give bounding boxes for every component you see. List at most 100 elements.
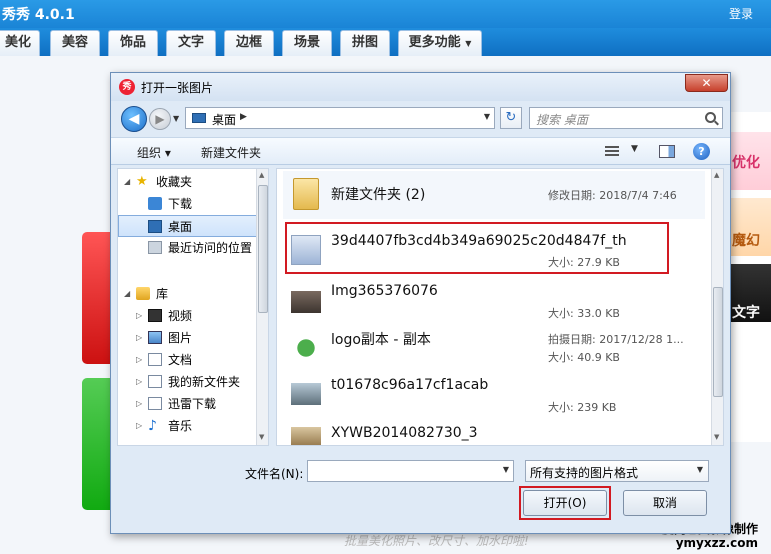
forward-arrow-icon[interactable]: ▶ — [149, 108, 171, 130]
app-title: 秀秀 4.0.1 — [2, 7, 75, 23]
collapse-icon[interactable]: ◢ — [124, 283, 130, 305]
expand-icon[interactable]: ▷ — [136, 415, 142, 437]
help-icon[interactable]: ? — [693, 143, 710, 160]
address-bar[interactable]: 桌面 ▶ ▼ — [185, 107, 495, 129]
nav-xunlei-downloads[interactable]: ▷ 迅雷下载 — [118, 393, 268, 415]
library-icon — [136, 287, 150, 300]
dialog-title-bar: 秀 打开一张图片 ✕ — [111, 73, 730, 101]
recent-locations-dropdown[interactable]: ▼ — [173, 114, 179, 123]
app-title-bar: 秀秀 4.0.1 登录 — [0, 0, 771, 28]
tab-beautify[interactable]: 美化 — [0, 30, 40, 56]
breadcrumb-arrow-icon[interactable]: ▶ — [240, 112, 247, 122]
star-icon: ★ — [136, 174, 148, 189]
nav-documents[interactable]: ▷ 文档 — [118, 349, 268, 371]
chevron-down-icon: ▼ — [465, 39, 472, 48]
view-options-icon[interactable] — [605, 146, 619, 158]
desktop-icon — [192, 113, 206, 123]
pictures-icon — [148, 331, 162, 344]
cancel-button[interactable]: 取消 — [623, 490, 707, 516]
filetype-value: 所有支持的图片格式 — [530, 466, 639, 480]
nav-music[interactable]: ▷ ♪ 音乐 — [118, 415, 268, 437]
file-item[interactable]: logo副本 - 副本 拍摄日期: 2017/12/28 1... 大小: 40… — [283, 325, 705, 373]
nav-downloads[interactable]: 下载 — [118, 193, 268, 215]
file-scrollbar[interactable]: ▲ ▼ — [711, 169, 723, 445]
expand-icon[interactable]: ▷ — [136, 305, 142, 327]
refresh-button[interactable]: ↻ — [500, 107, 522, 129]
right-feature-optimize[interactable]: 优化 — [730, 132, 771, 190]
tab-text[interactable]: 文字 — [166, 30, 216, 56]
nav-recent-places[interactable]: 最近访问的位置 — [118, 237, 268, 259]
folder-icon — [293, 178, 319, 210]
address-dropdown-icon[interactable]: ▼ — [484, 112, 490, 121]
address-text: 桌面 — [212, 113, 237, 127]
tab-accessories[interactable]: 饰品 — [108, 30, 158, 56]
recent-places-icon — [148, 241, 162, 254]
open-button[interactable]: 打开(O) — [523, 490, 607, 516]
file-item[interactable]: XYWB2014082730_3 — [283, 421, 705, 445]
organize-button[interactable]: 组织 ▾ — [137, 144, 171, 161]
image-thumbnail-icon — [291, 383, 321, 405]
expand-icon[interactable]: ▷ — [136, 327, 142, 349]
expand-icon[interactable]: ▷ — [136, 371, 142, 393]
file-item[interactable]: t01678c96a17cf1acab 大小: 239 KB — [283, 373, 705, 421]
scroll-up-icon[interactable]: ▲ — [714, 171, 719, 179]
nav-scrollbar[interactable]: ▲ ▼ — [256, 169, 268, 445]
file-item[interactable]: 新建文件夹 (2) 修改日期: 2018/7/4 7:46 — [283, 171, 705, 219]
expand-icon[interactable]: ▷ — [136, 393, 142, 415]
chevron-down-icon[interactable]: ▼ — [503, 465, 509, 474]
file-scrollbar-thumb[interactable] — [713, 287, 723, 397]
navigation-pane: ◢ ★ 收藏夹 下载 桌面 最近访问的位置 ◢ 库 ▷ 视频 ▷ 图片 ▷ 文档… — [117, 168, 269, 446]
scroll-down-icon[interactable]: ▼ — [259, 433, 264, 441]
filename-input[interactable]: ▼ — [307, 460, 514, 482]
scroll-up-icon[interactable]: ▲ — [259, 171, 264, 179]
documents-icon — [148, 397, 162, 410]
nav-desktop[interactable]: 桌面 — [118, 215, 268, 237]
image-thumbnail-icon — [291, 427, 321, 445]
login-link[interactable]: 登录 — [729, 5, 753, 22]
dialog-title: 打开一张图片 — [141, 81, 214, 95]
nav-libraries[interactable]: ◢ 库 — [118, 283, 268, 305]
app-tab-bar: 美化 美容 饰品 文字 边框 场景 拼图 更多功能 ▼ 打开 — [0, 28, 771, 75]
image-thumbnail-icon — [291, 291, 321, 313]
tab-beauty[interactable]: 美容 — [50, 30, 100, 56]
video-icon — [148, 309, 162, 322]
preview-pane-icon[interactable] — [659, 145, 675, 158]
tab-collage[interactable]: 拼图 — [340, 30, 390, 56]
filetype-select[interactable]: 所有支持的图片格式 ▼ — [525, 460, 709, 482]
expand-icon[interactable]: ▷ — [136, 349, 142, 371]
logo-thumbnail-icon — [291, 333, 321, 363]
nav-favorites[interactable]: ◢ ★ 收藏夹 — [118, 171, 268, 193]
file-list-pane: 新建文件夹 (2) 修改日期: 2018/7/4 7:46 39d4407fb3… — [276, 168, 724, 446]
search-icon[interactable] — [705, 112, 716, 123]
dialog-toolbar: 组织 ▾ 新建文件夹 ▼ ? — [111, 137, 730, 165]
nav-videos[interactable]: ▷ 视频 — [118, 305, 268, 327]
documents-icon — [148, 375, 162, 388]
collapse-icon[interactable]: ◢ — [124, 171, 130, 193]
scroll-down-icon[interactable]: ▼ — [714, 433, 719, 441]
desktop-icon — [148, 220, 162, 233]
chevron-down-icon[interactable]: ▼ — [631, 144, 641, 160]
tab-frames[interactable]: 边框 — [224, 30, 274, 56]
open-image-dialog: 秀 打开一张图片 ✕ ◀ ▶ ▼ 桌面 ▶ ▼ ↻ 搜索 桌面 组织 ▾ 新建文… — [110, 72, 731, 534]
meitu-app-icon: 秀 — [119, 79, 135, 95]
right-feature-magic[interactable]: 魔幻 — [730, 198, 771, 256]
file-item[interactable]: Img365376076 大小: 33.0 KB — [283, 279, 705, 327]
search-input[interactable]: 搜索 桌面 — [529, 107, 723, 129]
filename-label: 文件名(N): — [245, 467, 304, 481]
downloads-icon — [148, 197, 162, 210]
search-placeholder: 搜索 桌面 — [536, 113, 588, 127]
documents-icon — [148, 353, 162, 366]
new-folder-button[interactable]: 新建文件夹 — [201, 144, 261, 161]
nav-my-new-folder[interactable]: ▷ 我的新文件夹 — [118, 371, 268, 393]
back-arrow-icon[interactable]: ◀ — [121, 106, 147, 132]
chevron-down-icon[interactable]: ▼ — [697, 465, 703, 474]
selection-highlight — [285, 222, 669, 274]
nav-scrollbar-thumb[interactable] — [258, 185, 268, 313]
promo-text: 批量美化照片、改尺寸、加水印啦! — [344, 534, 529, 548]
nav-pictures[interactable]: ▷ 图片 — [118, 327, 268, 349]
right-feature-text[interactable]: 文字 — [730, 264, 771, 322]
tab-more-features[interactable]: 更多功能 ▼ — [398, 30, 482, 56]
tab-scenes[interactable]: 场景 — [282, 30, 332, 56]
close-button[interactable]: ✕ — [685, 74, 728, 92]
music-icon: ♪ — [148, 418, 157, 434]
